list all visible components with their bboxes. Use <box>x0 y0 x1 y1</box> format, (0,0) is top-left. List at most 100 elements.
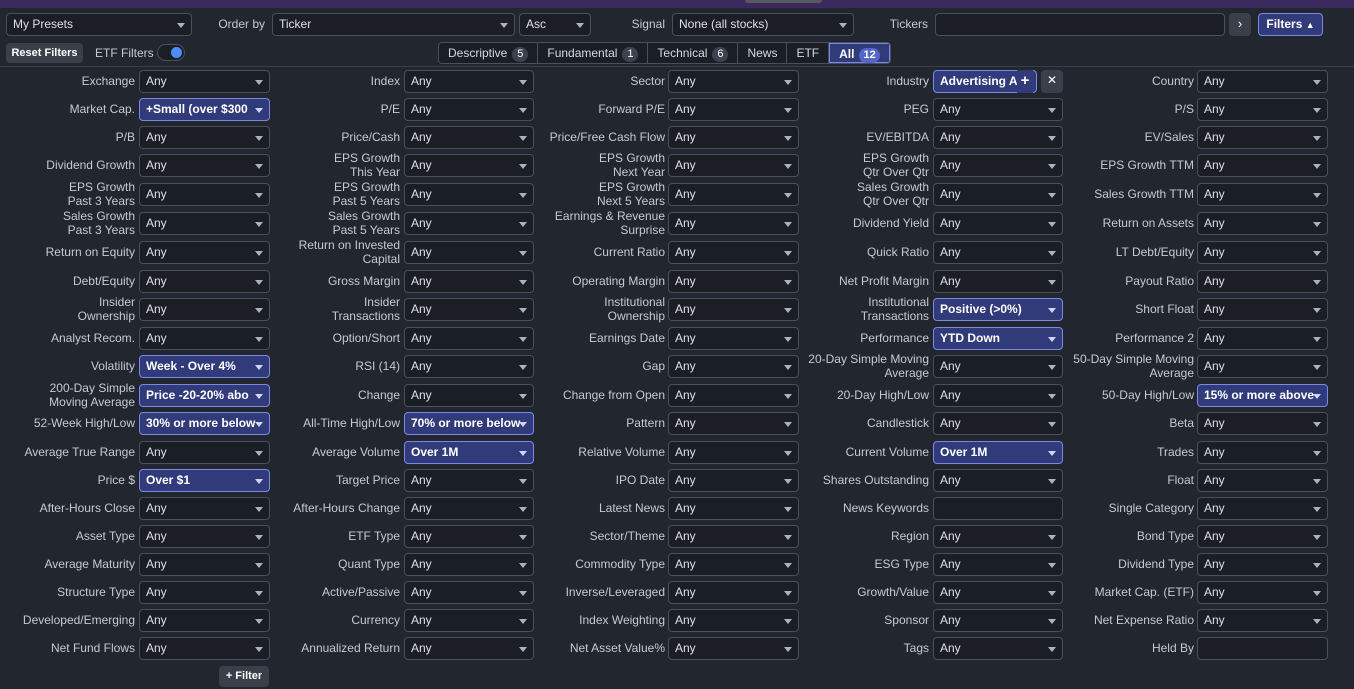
bond-type-select[interactable]: Any <box>1197 525 1328 548</box>
current-volume-select[interactable]: Over 1M <box>933 441 1063 464</box>
single-category-select[interactable]: Any <box>1197 497 1328 520</box>
quant-type-select[interactable]: Any <box>404 553 534 576</box>
relative-volume-select[interactable]: Any <box>668 441 799 464</box>
insider-ownership-select[interactable]: Any <box>139 298 270 321</box>
tab-all[interactable]: All 12 <box>829 43 890 63</box>
structure-type-select[interactable]: Any <box>139 581 270 604</box>
change-from-open-select[interactable]: Any <box>668 384 799 407</box>
eps-growth-past-3-years-select[interactable]: Any <box>139 183 270 206</box>
sector-theme-select[interactable]: Any <box>668 525 799 548</box>
held-by-input[interactable] <box>1197 637 1328 660</box>
eps-growth-past-5-years-select[interactable]: Any <box>404 183 534 206</box>
peg-select[interactable]: Any <box>933 98 1063 121</box>
shares-outstanding-select[interactable]: Any <box>933 469 1063 492</box>
performance-2-select[interactable]: Any <box>1197 327 1328 350</box>
eps-growth-ttm-select[interactable]: Any <box>1197 154 1328 177</box>
tickers-submit-button[interactable]: › <box>1229 13 1251 36</box>
operating-margin-select[interactable]: Any <box>668 270 799 293</box>
active-passive-select[interactable]: Any <box>404 581 534 604</box>
price-select[interactable]: Over $1 <box>139 469 270 492</box>
20-day-simple-moving-average-select[interactable]: Any <box>933 355 1063 378</box>
drag-handle[interactable] <box>745 0 822 3</box>
index-select[interactable]: Any <box>404 70 534 93</box>
p-s-select[interactable]: Any <box>1197 98 1328 121</box>
option-short-select[interactable]: Any <box>404 327 534 350</box>
signal-select[interactable]: None (all stocks) <box>672 13 854 36</box>
filters-toggle-button[interactable]: Filters ▲ <box>1258 13 1323 36</box>
developed-emerging-select[interactable]: Any <box>139 609 270 632</box>
sponsor-select[interactable]: Any <box>933 609 1063 632</box>
average-true-range-select[interactable]: Any <box>139 441 270 464</box>
tab-fundamental[interactable]: Fundamental 1 <box>538 43 649 63</box>
pattern-select[interactable]: Any <box>668 412 799 435</box>
earnings-date-select[interactable]: Any <box>668 327 799 350</box>
tab-technical[interactable]: Technical 6 <box>648 43 739 63</box>
net-fund-flows-select[interactable]: Any <box>139 637 270 660</box>
gross-margin-select[interactable]: Any <box>404 270 534 293</box>
net-expense-ratio-select[interactable]: Any <box>1197 609 1328 632</box>
sales-growth-past-5-years-select[interactable]: Any <box>404 212 534 235</box>
market-cap-select[interactable]: +Small (over $300 <box>139 98 270 121</box>
preset-select[interactable]: My Presets <box>6 13 192 36</box>
growth-value-select[interactable]: Any <box>933 581 1063 604</box>
net-profit-margin-select[interactable]: Any <box>933 270 1063 293</box>
net-asset-value-select[interactable]: Any <box>668 637 799 660</box>
return-on-assets-select[interactable]: Any <box>1197 212 1328 235</box>
add-filter-button[interactable]: + Filter <box>219 666 269 687</box>
gap-select[interactable]: Any <box>668 355 799 378</box>
dividend-yield-select[interactable]: Any <box>933 212 1063 235</box>
sector-select[interactable]: Any <box>668 70 799 93</box>
order-by-select[interactable]: Ticker <box>272 13 515 36</box>
eps-growth-next-year-select[interactable]: Any <box>668 154 799 177</box>
inverse-leveraged-select[interactable]: Any <box>668 581 799 604</box>
price-cash-select[interactable]: Any <box>404 126 534 149</box>
eps-growth-this-year-select[interactable]: Any <box>404 154 534 177</box>
average-volume-select[interactable]: Over 1M <box>404 441 534 464</box>
after-hours-close-select[interactable]: Any <box>139 497 270 520</box>
insider-transactions-select[interactable]: Any <box>404 298 534 321</box>
region-select[interactable]: Any <box>933 525 1063 548</box>
candlestick-select[interactable]: Any <box>933 412 1063 435</box>
beta-select[interactable]: Any <box>1197 412 1328 435</box>
institutional-transactions-select[interactable]: Positive (>0%) <box>933 298 1063 321</box>
50-day-simple-moving-average-select[interactable]: Any <box>1197 355 1328 378</box>
etf-filters-toggle[interactable] <box>157 44 185 61</box>
dividend-growth-select[interactable]: Any <box>139 154 270 177</box>
forward-p-e-select[interactable]: Any <box>668 98 799 121</box>
volatility-select[interactable]: Week - Over 4% <box>139 355 270 378</box>
target-price-select[interactable]: Any <box>404 469 534 492</box>
reset-filters-button[interactable]: Reset Filters <box>6 43 83 63</box>
payout-ratio-select[interactable]: Any <box>1197 270 1328 293</box>
esg-type-select[interactable]: Any <box>933 553 1063 576</box>
asset-type-select[interactable]: Any <box>139 525 270 548</box>
200-day-simple-moving-average-select[interactable]: Price -20-20% abo <box>139 384 270 407</box>
p-e-select[interactable]: Any <box>404 98 534 121</box>
after-hours-change-select[interactable]: Any <box>404 497 534 520</box>
sales-growth-ttm-select[interactable]: Any <box>1197 183 1328 206</box>
return-on-invested-capital-select[interactable]: Any <box>404 241 534 264</box>
institutional-ownership-select[interactable]: Any <box>668 298 799 321</box>
analyst-recom-select[interactable]: Any <box>139 327 270 350</box>
country-select[interactable]: Any <box>1197 70 1328 93</box>
exchange-select[interactable]: Any <box>139 70 270 93</box>
average-maturity-select[interactable]: Any <box>139 553 270 576</box>
index-weighting-select[interactable]: Any <box>668 609 799 632</box>
annualized-return-select[interactable]: Any <box>404 637 534 660</box>
ipo-date-select[interactable]: Any <box>668 469 799 492</box>
ev-sales-select[interactable]: Any <box>1197 126 1328 149</box>
industry-add-icon[interactable]: + <box>1017 70 1033 93</box>
currency-select[interactable]: Any <box>404 609 534 632</box>
tab-descriptive[interactable]: Descriptive 5 <box>439 43 539 63</box>
performance-select[interactable]: YTD Down <box>933 327 1063 350</box>
change-select[interactable]: Any <box>404 384 534 407</box>
tickers-input[interactable] <box>935 13 1225 36</box>
tab-news[interactable]: News <box>738 43 788 63</box>
all-time-high-low-select[interactable]: 70% or more below <box>404 412 534 435</box>
eps-growth-qtr-over-qtr-select[interactable]: Any <box>933 154 1063 177</box>
20-day-high-low-select[interactable]: Any <box>933 384 1063 407</box>
debt-equity-select[interactable]: Any <box>139 270 270 293</box>
order-direction-select[interactable]: Asc <box>519 13 591 36</box>
market-cap-etf-select[interactable]: Any <box>1197 581 1328 604</box>
sales-growth-past-3-years-select[interactable]: Any <box>139 212 270 235</box>
rsi-14-select[interactable]: Any <box>404 355 534 378</box>
